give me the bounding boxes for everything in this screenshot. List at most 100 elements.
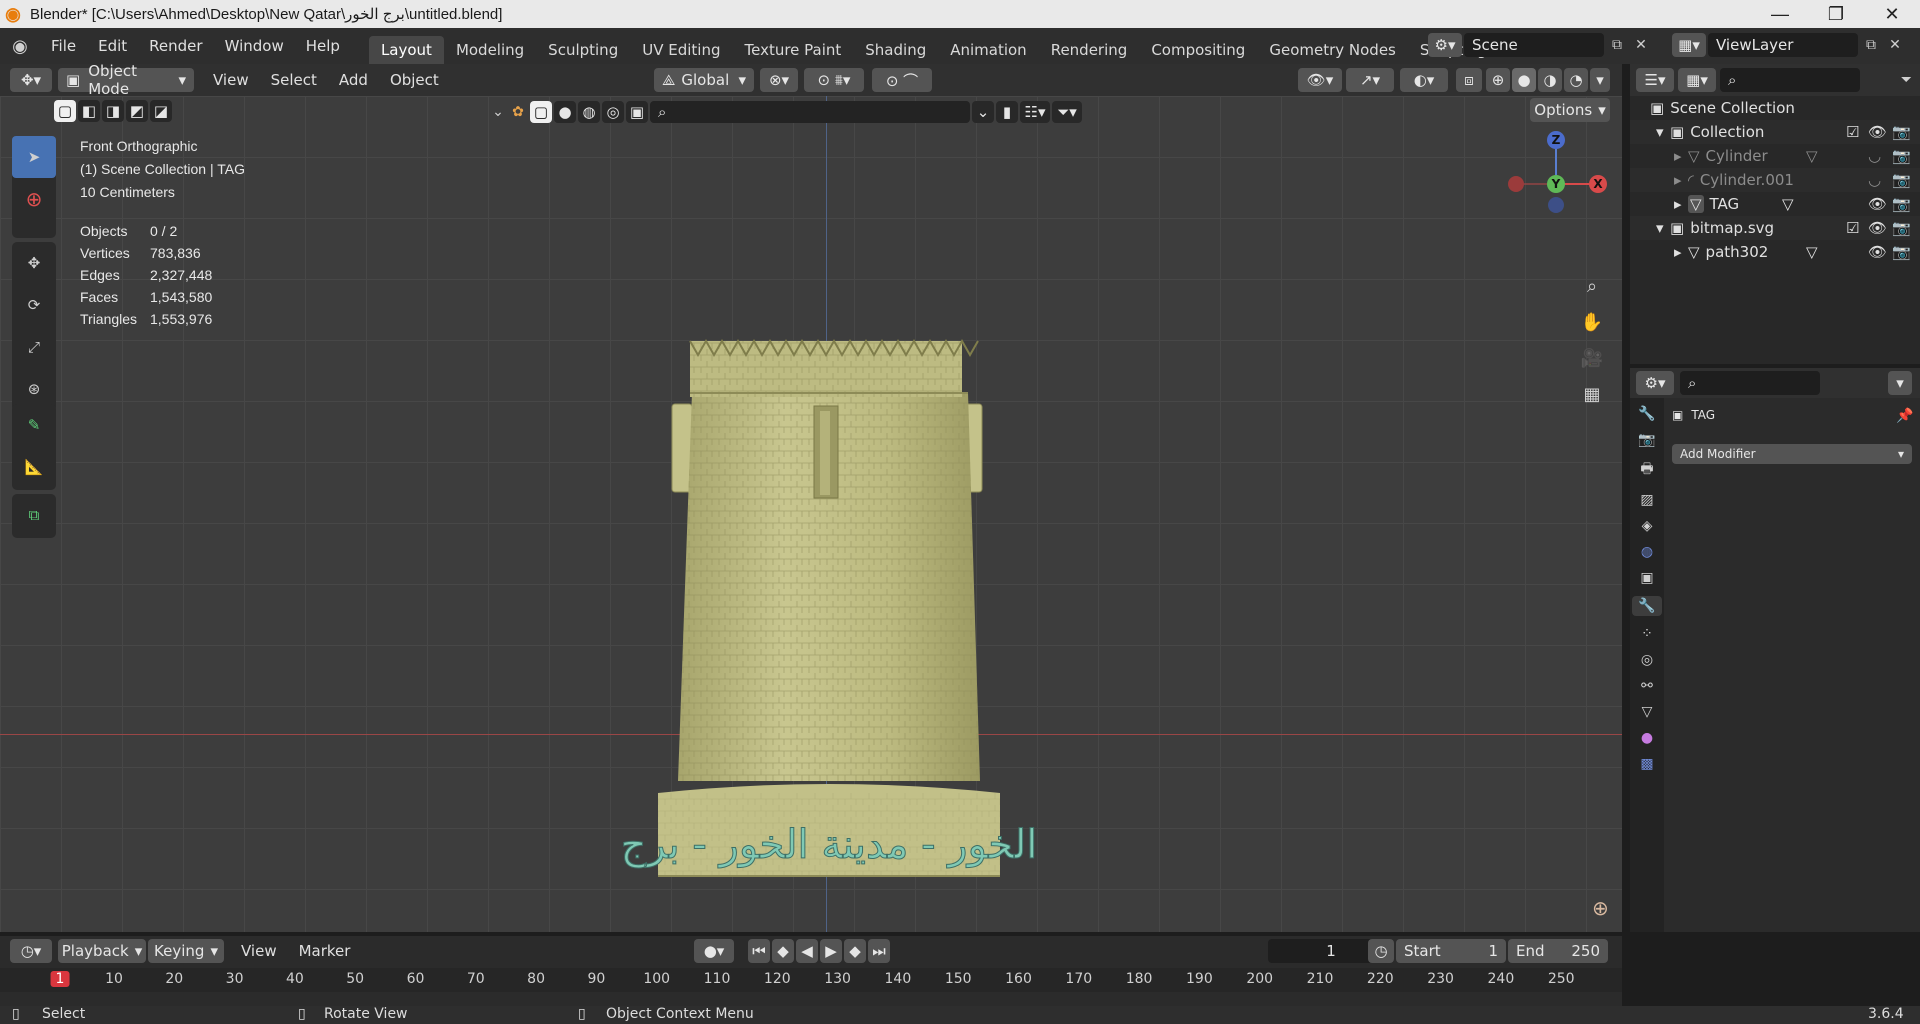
mesh-data-icon[interactable]: ▽ bbox=[1806, 243, 1818, 261]
menu-render[interactable]: Render bbox=[138, 33, 213, 59]
pin-icon[interactable]: 📌 bbox=[1896, 408, 1913, 424]
rendered-shading-icon[interactable]: ◔ bbox=[1564, 68, 1588, 92]
filter-worlds-icon[interactable]: ◎ bbox=[602, 101, 624, 123]
outliner-item-collection[interactable]: ▾ ▣ Collection ☑ 👁 📷 bbox=[1630, 120, 1920, 144]
menu-window[interactable]: Window bbox=[214, 33, 295, 59]
timeline-menu-view[interactable]: View bbox=[230, 938, 288, 964]
move-tool-icon[interactable]: ✥ bbox=[12, 242, 56, 284]
outliner-item-cylinder-001[interactable]: ▸ ◜ Cylinder.001 ◡ 📷 bbox=[1630, 168, 1920, 192]
asset-search-input[interactable]: ⌕ bbox=[650, 101, 970, 123]
viewport-menu-add[interactable]: Add bbox=[328, 67, 379, 93]
overlay-toggle-icon[interactable]: ◐▾ bbox=[1400, 68, 1448, 92]
material-shading-icon[interactable]: ◑ bbox=[1538, 68, 1562, 92]
scale-tool-icon[interactable]: ⤢ bbox=[12, 326, 56, 368]
new-scene-icon[interactable]: ⧉ bbox=[1606, 37, 1628, 53]
scene-selector-icon[interactable]: ⚙▾ bbox=[1428, 33, 1462, 57]
mesh-data-icon[interactable]: ▽ bbox=[1782, 195, 1794, 213]
camera-icon[interactable]: 📷 bbox=[1892, 171, 1911, 189]
auto-keying-icon[interactable]: ●▾ bbox=[694, 939, 734, 963]
tab-uv-editing[interactable]: UV Editing bbox=[630, 36, 732, 64]
preview-range-icon[interactable]: ◷ bbox=[1368, 939, 1394, 963]
particles-tab-icon[interactable]: ⁘ bbox=[1641, 626, 1653, 642]
bookmark-icon[interactable]: ▮ bbox=[996, 101, 1018, 123]
camera-view-icon[interactable]: 🎥 bbox=[1578, 344, 1606, 372]
tab-animation[interactable]: Animation bbox=[938, 36, 1038, 64]
properties-options-icon[interactable]: ▾ bbox=[1888, 371, 1912, 395]
tower-model[interactable]: الخور - مدينة الخور - برج bbox=[590, 241, 1070, 886]
tab-geometry-nodes[interactable]: Geometry Nodes bbox=[1257, 36, 1408, 64]
dropdown-icon[interactable]: ⌄ bbox=[972, 101, 994, 123]
expand-arrow-icon[interactable]: ▸ bbox=[1674, 147, 1688, 165]
outliner-search-input[interactable]: ⌕ bbox=[1720, 68, 1860, 92]
gizmo-neg-z-handle[interactable] bbox=[1548, 197, 1564, 213]
output-tab-icon[interactable]: 🖶 bbox=[1640, 458, 1653, 482]
3d-viewport[interactable]: ▢ ◧ ◨ ◩ ◪ ⌄ ✿ ▢ ● ◍ ◎ ▣ ⌕ ⌄ ▮ ☷▾ ⏷▾ Opti… bbox=[0, 96, 1622, 932]
proportional-editing-icon[interactable]: ⊙ ⌒ bbox=[872, 68, 932, 92]
play-icon[interactable]: ▶ bbox=[820, 939, 842, 963]
editor-type-icon[interactable]: ✥▾ bbox=[10, 68, 52, 92]
pivot-point-icon[interactable]: ⊗▾ bbox=[760, 68, 798, 92]
cursor-tool-icon[interactable]: ⊕ bbox=[12, 178, 56, 220]
properties-editor-type-icon[interactable]: ⚙▾ bbox=[1636, 371, 1674, 395]
select-box-tool-icon[interactable]: ➤ bbox=[12, 136, 56, 178]
eye-icon[interactable]: 👁 bbox=[1868, 123, 1887, 141]
expand-arrow-icon[interactable]: ▸ bbox=[1674, 195, 1688, 213]
eye-icon[interactable]: 👁 bbox=[1868, 195, 1887, 213]
wireframe-shading-icon[interactable]: ⊕ bbox=[1486, 68, 1510, 92]
outliner-filter-icon[interactable]: ⏷ bbox=[1901, 72, 1912, 88]
annotate-tool-icon[interactable]: ✎ bbox=[12, 404, 56, 446]
timeline-menu-marker[interactable]: Marker bbox=[288, 938, 362, 964]
checkbox-icon[interactable]: ☑ bbox=[1846, 219, 1859, 237]
constraints-tab-icon[interactable]: ⚯ bbox=[1641, 678, 1653, 694]
next-keyframe-icon[interactable]: ◆ bbox=[844, 939, 866, 963]
snap-icon[interactable]: ⊙ ⩩▾ bbox=[804, 68, 864, 92]
texture-tab-icon[interactable]: ▩ bbox=[1640, 756, 1653, 772]
checkbox-icon[interactable]: ☑ bbox=[1846, 123, 1859, 141]
eye-hidden-icon[interactable]: ◡ bbox=[1868, 147, 1881, 165]
start-frame-field[interactable]: Start 1 bbox=[1396, 939, 1506, 963]
new-view-layer-icon[interactable]: ⧉ bbox=[1860, 37, 1882, 53]
orthographic-toggle-icon[interactable]: ▦ bbox=[1578, 380, 1606, 408]
blender-menu-icon[interactable]: ◉ bbox=[0, 36, 40, 57]
expand-arrow-icon[interactable]: ▾ bbox=[1656, 219, 1670, 237]
camera-icon[interactable]: 📷 bbox=[1892, 219, 1911, 237]
modifier-tab-icon[interactable]: 🔧 bbox=[1632, 596, 1662, 616]
eye-icon[interactable]: 👁 bbox=[1868, 219, 1887, 237]
filter-icon[interactable]: ⏷▾ bbox=[1052, 101, 1082, 123]
camera-icon[interactable]: 📷 bbox=[1892, 123, 1911, 141]
view-layer-name-field[interactable]: ViewLayer bbox=[1708, 33, 1858, 57]
expand-icon[interactable]: ⌄ bbox=[490, 104, 506, 120]
select-subtract-icon[interactable]: ◨ bbox=[102, 100, 124, 122]
tab-sculpting[interactable]: Sculpting bbox=[536, 36, 630, 64]
remove-view-layer-icon[interactable]: ✕ bbox=[1884, 37, 1906, 53]
gizmo-neg-x-handle[interactable] bbox=[1508, 176, 1524, 192]
tab-rendering[interactable]: Rendering bbox=[1039, 36, 1140, 64]
tab-compositing[interactable]: Compositing bbox=[1139, 36, 1257, 64]
view-layer-tab-icon[interactable]: ▨ bbox=[1640, 492, 1653, 508]
world-tab-icon[interactable]: ◍ bbox=[1641, 544, 1653, 560]
properties-search-input[interactable]: ⌕ bbox=[1680, 371, 1820, 395]
viewport-menu-select[interactable]: Select bbox=[260, 67, 328, 93]
outliner-item-cylinder[interactable]: ▸ ▽ Cylinder ▽ ◡ 📷 bbox=[1630, 144, 1920, 168]
outliner-scene-collection[interactable]: ▣ Scene Collection bbox=[1630, 96, 1920, 120]
render-tab-icon[interactable]: 📷 bbox=[1638, 432, 1655, 448]
expand-arrow-icon[interactable]: ▸ bbox=[1674, 171, 1688, 189]
mesh-data-icon[interactable]: ▽ bbox=[1806, 147, 1818, 165]
select-invert-icon[interactable]: ◩ bbox=[126, 100, 148, 122]
data-tab-icon[interactable]: ▽ bbox=[1642, 704, 1653, 720]
tab-layout[interactable]: Layout bbox=[368, 36, 444, 64]
physics-tab-icon[interactable]: ◎ bbox=[1641, 652, 1653, 668]
select-intersect-icon[interactable]: ◪ bbox=[150, 100, 172, 122]
measure-tool-icon[interactable]: 📐 bbox=[12, 446, 56, 488]
viewport-menu-object[interactable]: Object bbox=[379, 67, 450, 93]
close-icon[interactable]: ✕ bbox=[1864, 0, 1920, 28]
shading-options-icon[interactable]: ▾ bbox=[1590, 68, 1610, 92]
minimize-icon[interactable]: — bbox=[1752, 0, 1808, 28]
restore-icon[interactable]: ❐ bbox=[1808, 0, 1864, 28]
orientation-dropdown[interactable]: ⟁ Global ▾ bbox=[654, 68, 754, 92]
filter-materials-icon[interactable]: ● bbox=[554, 101, 576, 123]
jump-end-icon[interactable]: ⏭ bbox=[868, 939, 890, 963]
display-mode-icon[interactable]: ☷▾ bbox=[1020, 101, 1050, 123]
timeline-editor-type-icon[interactable]: ◷▾ bbox=[10, 939, 52, 963]
eye-hidden-icon[interactable]: ◡ bbox=[1868, 171, 1881, 189]
